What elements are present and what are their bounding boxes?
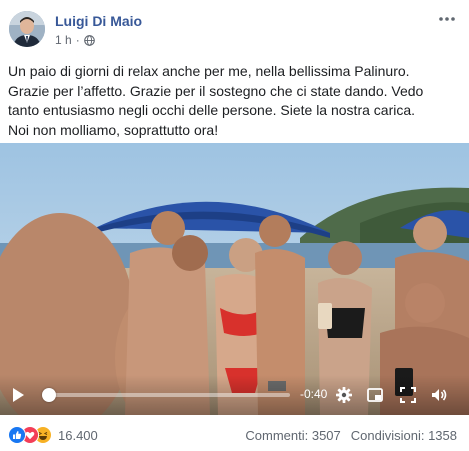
play-icon[interactable] bbox=[9, 386, 27, 404]
volume-icon[interactable] bbox=[430, 386, 448, 404]
globe-icon bbox=[83, 34, 95, 46]
caption-line: tanto entusiasmo negli occhi delle perso… bbox=[8, 102, 416, 118]
post-timestamp[interactable]: 1 h bbox=[55, 33, 72, 47]
progress-handle[interactable] bbox=[41, 388, 56, 402]
post-header: Luigi Di Maio 1 h · bbox=[0, 0, 469, 58]
shares-count[interactable]: Condivisioni: 1358 bbox=[351, 428, 457, 443]
caption-line: Noi non molliamo, soprattutto ora! bbox=[8, 121, 219, 138]
time-remaining: -0:40 bbox=[300, 387, 328, 401]
post-meta: 1 h · bbox=[55, 33, 95, 47]
more-options-icon[interactable] bbox=[437, 12, 457, 26]
settings-icon[interactable] bbox=[335, 386, 353, 404]
fullscreen-icon[interactable] bbox=[399, 386, 417, 404]
author-avatar[interactable] bbox=[9, 11, 45, 47]
reactions-summary[interactable]: 16.400 bbox=[8, 426, 98, 444]
like-reaction-icon bbox=[8, 426, 26, 444]
reaction-count[interactable]: 16.400 bbox=[58, 428, 98, 443]
caption-line: Grazie per l’affetto. Grazie per il sost… bbox=[8, 82, 424, 99]
post-caption: Un paio di giorni di relax anche per me,… bbox=[8, 62, 460, 140]
facebook-post: Luigi Di Maio 1 h · Un paio di giorni di… bbox=[0, 0, 469, 451]
caption-line: Un paio di giorni di relax anche per me,… bbox=[8, 63, 410, 79]
post-stats: Commenti: 3507 Condivisioni: 1358 bbox=[245, 428, 457, 443]
progress-bar[interactable] bbox=[41, 388, 290, 402]
video-controls: -0:40 bbox=[0, 375, 469, 415]
comments-count[interactable]: Commenti: 3507 bbox=[245, 428, 340, 443]
post-footer: 16.400 Commenti: 3507 Condivisioni: 1358 bbox=[0, 415, 469, 451]
author-name[interactable]: Luigi Di Maio bbox=[55, 13, 142, 29]
video-player[interactable]: -0:40 bbox=[0, 143, 469, 415]
meta-separator: · bbox=[75, 33, 80, 47]
picture-in-picture-icon[interactable] bbox=[366, 386, 384, 404]
